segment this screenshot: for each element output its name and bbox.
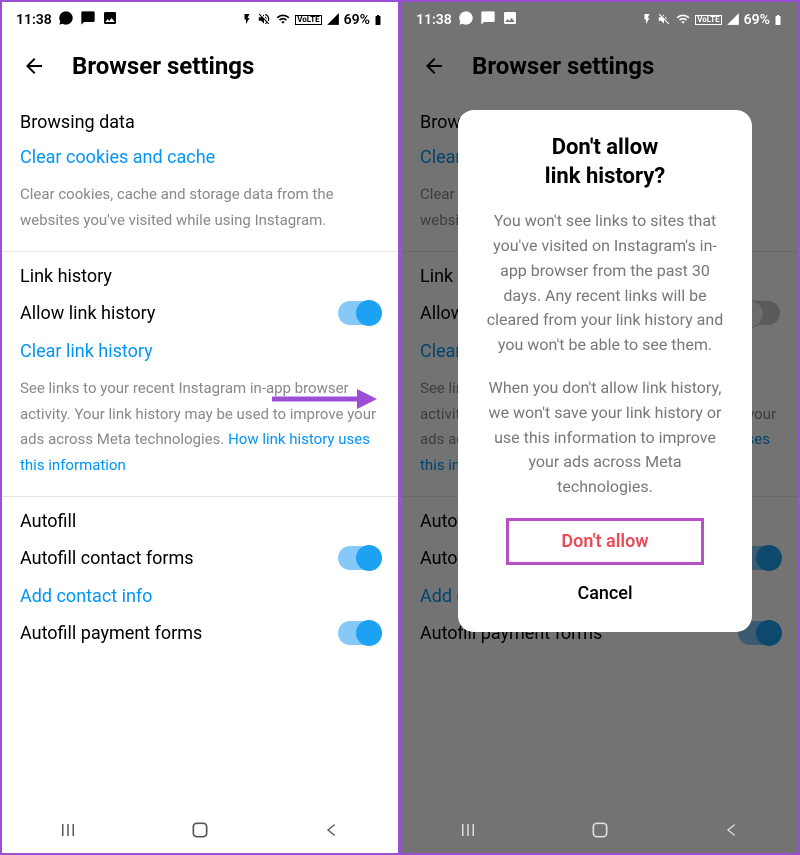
wifi-icon	[275, 12, 291, 29]
recents-button[interactable]	[55, 817, 81, 843]
browsing-data-desc: Clear cookies, cache and storage data fr…	[20, 182, 380, 233]
autofill-payment-label: Autofill payment forms	[20, 623, 202, 644]
dialog-paragraph-2: When you don't allow link history, we wo…	[480, 376, 730, 500]
clear-cookies-link[interactable]: Clear cookies and cache	[20, 147, 380, 168]
dialog-paragraph-1: You won't see links to sites that you've…	[480, 209, 730, 358]
status-bar: 11:38	[2, 2, 398, 38]
mute-icon	[257, 12, 271, 29]
battery-indicator: 69%	[744, 12, 784, 28]
dont-allow-button[interactable]: Don't allow	[506, 518, 704, 565]
bolt-icon	[641, 13, 653, 28]
recents-button[interactable]	[455, 817, 481, 843]
status-bar: 11:38 VoLTE 69%	[402, 2, 798, 38]
back-arrow-icon[interactable]	[20, 54, 48, 78]
bolt-icon	[241, 13, 253, 28]
browsing-data-section: Browsing data Clear cookies and cache Cl…	[2, 98, 398, 252]
signal-icon	[326, 12, 340, 29]
battery-indicator: 69%	[344, 12, 384, 28]
volte-icon: VoLTE	[695, 15, 721, 25]
allow-link-history-toggle[interactable]	[338, 301, 380, 325]
right-screenshot: 11:38 VoLTE 69% Browser	[400, 0, 800, 855]
wifi-icon	[675, 12, 691, 29]
volte-icon: VoLTE	[295, 15, 321, 25]
allow-link-history-label: Allow link history	[20, 303, 155, 324]
android-navbar	[2, 807, 398, 853]
status-time: 11:38	[16, 12, 52, 28]
signal-icon	[726, 12, 740, 29]
back-button[interactable]	[719, 817, 745, 843]
whatsapp-icon	[458, 10, 474, 30]
browsing-data-title: Browsing data	[20, 112, 380, 133]
confirm-dialog: Don't allowlink history? You won't see l…	[458, 110, 752, 632]
clear-link-history-link[interactable]: Clear link history	[20, 341, 380, 362]
image-icon	[102, 10, 118, 30]
image-icon	[502, 10, 518, 30]
autofill-contact-toggle[interactable]	[338, 546, 380, 570]
status-time: 11:38	[416, 12, 452, 28]
autofill-title: Autofill	[20, 511, 380, 532]
add-contact-info-link[interactable]: Add contact info	[20, 586, 380, 607]
autofill-payment-toggle[interactable]	[338, 621, 380, 645]
link-history-title: Link history	[20, 266, 380, 287]
home-button[interactable]	[587, 817, 613, 843]
home-button[interactable]	[187, 817, 213, 843]
mute-icon	[657, 12, 671, 29]
annotation-arrow-icon	[267, 384, 377, 418]
android-navbar	[402, 807, 798, 853]
cancel-button[interactable]: Cancel	[480, 573, 730, 614]
left-screenshot: 11:38	[0, 0, 400, 855]
header: Browser settings	[2, 38, 398, 98]
whatsapp-icon	[58, 10, 74, 30]
dialog-title: Don't allowlink history?	[480, 134, 730, 191]
chat-icon	[80, 10, 96, 30]
back-button[interactable]	[319, 817, 345, 843]
link-history-section: Link history Allow link history Clear li…	[2, 252, 398, 497]
chat-icon	[480, 10, 496, 30]
page-title: Browser settings	[72, 52, 254, 80]
autofill-contact-label: Autofill contact forms	[20, 548, 194, 569]
autofill-section: Autofill Autofill contact forms Add cont…	[2, 497, 398, 663]
